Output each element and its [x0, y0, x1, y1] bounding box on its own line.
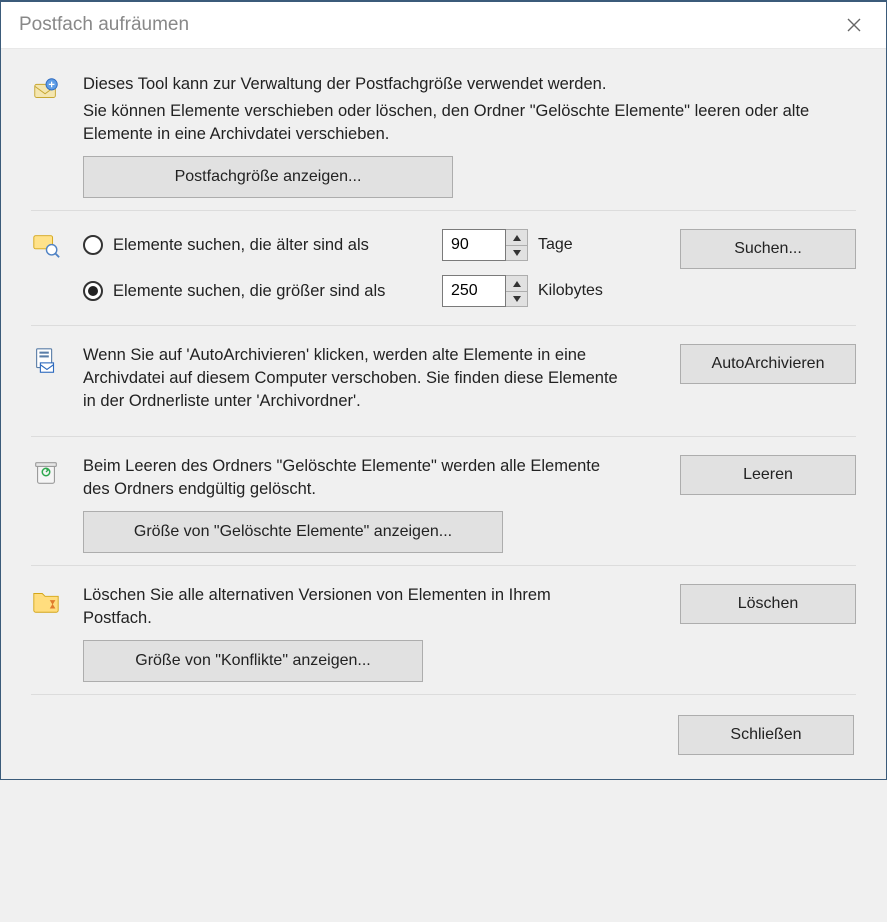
conflicts-desc: Löschen Sie alle alternativen Versionen … [83, 584, 623, 630]
radio-larger[interactable] [83, 281, 103, 301]
mailbox-cleanup-dialog: Postfach aufräumen Dieses Tool kann zur … [0, 0, 887, 780]
deleted-items-size-button[interactable]: Größe von "Gelöschte Elemente" anzeigen.… [83, 511, 503, 553]
find-button[interactable]: Suchen... [680, 229, 856, 269]
conflicts-size-button[interactable]: Größe von "Konflikte" anzeigen... [83, 640, 423, 682]
titlebar: Postfach aufräumen [1, 2, 886, 49]
larger-kb-up[interactable] [506, 276, 527, 292]
larger-kb-down[interactable] [506, 292, 527, 307]
section-find: Elemente suchen, die älter sind als Tage [31, 211, 856, 326]
intro-line2: Sie können Elemente verschieben oder lös… [83, 100, 856, 146]
dialog-content: Dieses Tool kann zur Verwaltung der Post… [1, 49, 886, 779]
view-mailbox-size-button[interactable]: Postfachgröße anzeigen... [83, 156, 453, 198]
section-autoarchive: Wenn Sie auf 'AutoArchivieren' klicken, … [31, 326, 856, 436]
deleted-desc: Beim Leeren des Ordners "Gelöschte Eleme… [83, 455, 623, 501]
recycle-bin-icon [31, 457, 61, 553]
section-conflicts: Löschen Sie alle alternativen Versionen … [31, 566, 856, 695]
autoarchive-desc: Wenn Sie auf 'AutoArchivieren' klicken, … [83, 344, 623, 413]
section-intro: Dieses Tool kann zur Verwaltung der Post… [31, 69, 856, 211]
conflicts-folder-icon [31, 586, 61, 682]
dialog-title: Postfach aufräumen [19, 14, 189, 36]
larger-kb-spinner [442, 275, 528, 307]
radio-older-label: Elemente suchen, die älter sind als [113, 236, 369, 255]
larger-kb-unit: Kilobytes [538, 282, 603, 300]
larger-kb-input[interactable] [442, 275, 506, 307]
older-days-up[interactable] [506, 230, 527, 246]
autoarchive-icon [31, 346, 61, 423]
delete-conflicts-button[interactable]: Löschen [680, 584, 856, 624]
find-items-icon [31, 231, 61, 313]
older-days-input[interactable] [442, 229, 506, 261]
older-days-down[interactable] [506, 246, 527, 261]
section-deleted: Beim Leeren des Ordners "Gelöschte Eleme… [31, 437, 856, 566]
radio-larger-row: Elemente suchen, die größer sind als Kil… [83, 275, 662, 307]
empty-deleted-button[interactable]: Leeren [680, 455, 856, 495]
autoarchive-button[interactable]: AutoArchivieren [680, 344, 856, 384]
close-icon[interactable] [836, 7, 872, 43]
radio-larger-label: Elemente suchen, die größer sind als [113, 282, 385, 301]
close-button[interactable]: Schließen [678, 715, 854, 755]
older-days-spinner [442, 229, 528, 261]
mailbox-tools-icon [31, 75, 61, 198]
older-days-unit: Tage [538, 236, 573, 254]
dialog-footer: Schließen [31, 695, 856, 755]
radio-older-row: Elemente suchen, die älter sind als Tage [83, 229, 662, 261]
intro-line1: Dieses Tool kann zur Verwaltung der Post… [83, 73, 856, 96]
radio-older[interactable] [83, 235, 103, 255]
